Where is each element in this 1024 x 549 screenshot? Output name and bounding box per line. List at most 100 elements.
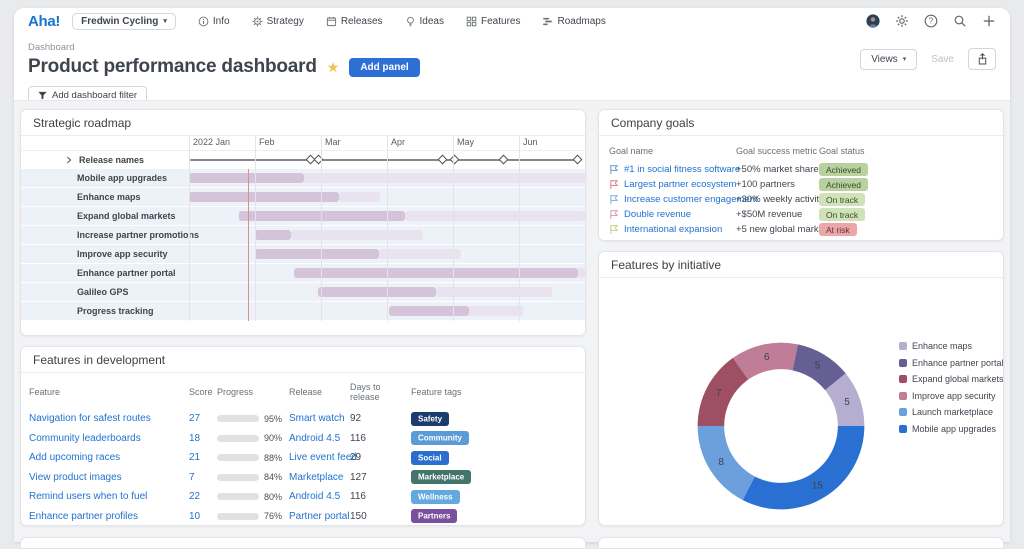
product-selector[interactable]: Fredwin Cycling ▾ <box>72 13 176 30</box>
legend-item-mobile-app-upgrades[interactable]: Mobile app upgrades <box>899 424 1004 434</box>
feature-score[interactable]: 18 <box>189 433 200 444</box>
panel-title: Strategic roadmap <box>21 110 585 136</box>
release-link[interactable]: Smart watch <box>289 413 345 424</box>
progress-bar <box>217 474 259 481</box>
legend-swatch <box>899 342 907 350</box>
nav-item-ideas[interactable]: Ideas <box>405 16 444 27</box>
feature-tag[interactable]: Wellness <box>411 490 460 504</box>
gantt-bar-projected[interactable] <box>405 211 585 221</box>
release-milestone-diamond[interactable] <box>573 154 583 164</box>
user-avatar[interactable] <box>866 14 880 28</box>
views-button[interactable]: Views ▾ <box>860 49 917 70</box>
feature-score[interactable]: 10 <box>189 511 200 522</box>
aha-logo[interactable]: Aha! <box>28 13 60 30</box>
goal-link[interactable]: International expansion <box>624 224 722 235</box>
feature-tag[interactable]: Marketplace <box>411 470 471 484</box>
progress-bar <box>217 435 259 442</box>
release-link[interactable]: Android 4.5 <box>289 433 340 444</box>
nav-item-features[interactable]: Features <box>466 16 520 27</box>
feature-link[interactable]: Community leaderboards <box>29 433 141 444</box>
gantt-row-increase-partner-promotions: Increase partner promotions <box>21 226 585 245</box>
feature-row: View product images784%Marketplace127Mar… <box>29 468 577 488</box>
gantt-bar[interactable] <box>294 268 578 278</box>
feature-link[interactable]: Navigation for safest routes <box>29 413 151 424</box>
donut-segment-launch-marketplace[interactable] <box>698 426 755 500</box>
search-button[interactable] <box>953 14 967 28</box>
nav-item-label: Releases <box>341 16 383 27</box>
features-table-header: FeatureScoreProgressReleaseDays to relea… <box>29 377 577 409</box>
legend-item-improve-app-security[interactable]: Improve app security <box>899 391 1004 401</box>
nav-item-roadmaps[interactable]: Roadmaps <box>542 16 605 27</box>
gantt-bar[interactable] <box>255 249 379 259</box>
gantt-bar-projected[interactable] <box>339 192 380 202</box>
feature-score[interactable]: 7 <box>189 472 195 483</box>
release-link[interactable]: Android 4.5 <box>289 491 340 502</box>
release-link[interactable]: Partner portal <box>289 511 350 522</box>
release-milestone-diamond[interactable] <box>449 154 459 164</box>
settings-button[interactable] <box>895 14 909 28</box>
nav-item-info[interactable]: Info <box>198 16 230 27</box>
gantt-bar-projected[interactable] <box>379 249 461 259</box>
avatar-icon <box>866 14 880 28</box>
gantt-bar-projected[interactable] <box>469 306 523 316</box>
feature-tag[interactable]: Safety <box>411 412 449 426</box>
goal-link[interactable]: Largest partner ecosystem <box>624 179 736 190</box>
help-button[interactable]: ? <box>924 14 938 28</box>
gantt-bar[interactable] <box>239 211 405 221</box>
gantt-bar[interactable] <box>189 173 304 183</box>
chevron-down-icon: ▾ <box>903 55 907 63</box>
legend-item-enhance-maps[interactable]: Enhance maps <box>899 341 1004 351</box>
breadcrumb[interactable]: Dashboard <box>28 42 996 53</box>
release-milestone-diamond[interactable] <box>499 154 509 164</box>
feature-score[interactable]: 27 <box>189 413 200 424</box>
goal-metric: +5 new global markets <box>736 224 819 235</box>
feature-link[interactable]: View product images <box>29 472 122 483</box>
feature-link[interactable]: Enhance partner profiles <box>29 511 138 522</box>
legend-item-expand-global-markets[interactable]: Expand global markets <box>899 374 1004 384</box>
goal-metric: +100 partners <box>736 179 819 190</box>
gantt-bar[interactable] <box>318 287 436 297</box>
initiative-donut-chart: 6551587 Enhance mapsEnhance partner port… <box>599 278 1003 526</box>
feature-score[interactable]: 22 <box>189 491 200 502</box>
release-names-toggle[interactable]: Release names <box>21 151 189 169</box>
feature-score[interactable]: 21 <box>189 452 200 463</box>
goal-link[interactable]: Double revenue <box>624 209 691 220</box>
gantt-bar-projected[interactable] <box>304 173 585 183</box>
gantt-bar-projected[interactable] <box>291 230 423 240</box>
gantt-bar[interactable] <box>389 306 469 316</box>
release-milestone-diamond[interactable] <box>314 154 324 164</box>
nav-item-releases[interactable]: Releases <box>326 16 383 27</box>
goals-table: Goal nameGoal success metricGoal status … <box>599 136 1003 237</box>
gantt-release-row: Release names <box>21 151 585 169</box>
progress-percent: 95% <box>264 414 282 424</box>
gantt-bar-projected[interactable] <box>578 268 585 278</box>
feature-tag[interactable]: Partners <box>411 509 457 523</box>
add-panel-button[interactable]: Add panel <box>349 58 419 77</box>
release-milestone-diamond[interactable] <box>437 154 447 164</box>
release-link[interactable]: Live event feed <box>289 452 357 463</box>
nav-item-strategy[interactable]: Strategy <box>252 16 304 27</box>
nav-item-label: Roadmaps <box>557 16 605 27</box>
legend-item-launch-marketplace[interactable]: Launch marketplace <box>899 407 1004 417</box>
feature-link[interactable]: Remind users when to fuel <box>29 491 147 502</box>
gantt-bar[interactable] <box>189 192 339 202</box>
top-navigation: Aha! Fredwin Cycling ▾ Info Strategy Relea… <box>14 8 1010 34</box>
panel-company-goals: Company goals Goal nameGoal success metr… <box>598 109 1004 241</box>
gantt-bar[interactable] <box>255 230 291 240</box>
release-link[interactable]: Marketplace <box>289 472 343 483</box>
goal-link[interactable]: #1 in social fitness software <box>624 164 740 175</box>
feature-tag[interactable]: Community <box>411 431 469 445</box>
feature-link[interactable]: Add upcoming races <box>29 452 120 463</box>
help-icon: ? <box>924 14 938 28</box>
feature-tag[interactable]: Social <box>411 451 449 465</box>
legend-label: Expand global markets <box>912 374 1004 384</box>
days-to-release: 116 <box>350 491 411 502</box>
favorite-star-icon[interactable]: ★ <box>327 60 340 74</box>
share-button[interactable] <box>968 48 996 70</box>
add-button[interactable] <box>982 14 996 28</box>
legend-item-enhance-partner-portal[interactable]: Enhance partner portal <box>899 358 1004 368</box>
days-to-release: 92 <box>350 413 411 424</box>
gantt-bar-projected[interactable] <box>436 287 552 297</box>
save-button[interactable]: Save <box>925 50 960 69</box>
donut-segment-mobile-app-upgrades[interactable] <box>743 426 865 509</box>
